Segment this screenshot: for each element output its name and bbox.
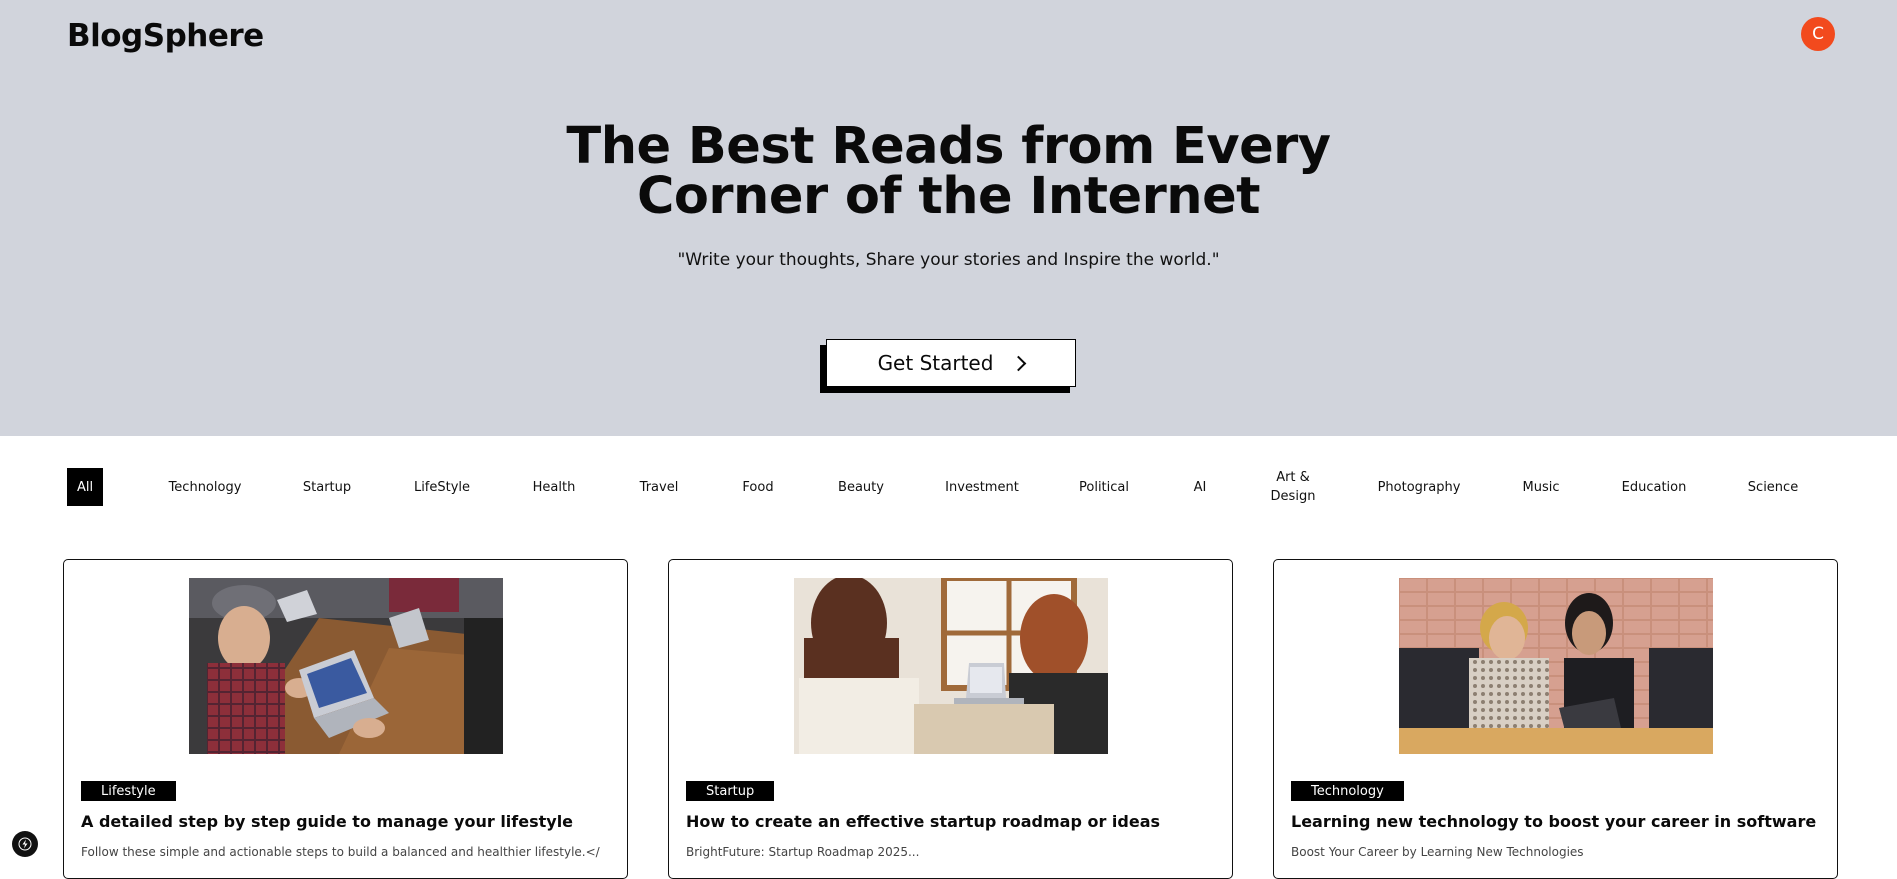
category-music[interactable]: Music [1517, 468, 1565, 506]
category-health[interactable]: Health [522, 468, 586, 506]
category-all[interactable]: All [67, 468, 103, 506]
category-art-design[interactable]: Art & Design [1265, 468, 1321, 506]
hero-subtitle: "Write your thoughts, Share your stories… [677, 250, 1220, 270]
get-started-button[interactable]: Get Started [826, 339, 1076, 387]
post-card[interactable]: Technology Learning new technology to bo… [1273, 559, 1838, 879]
post-card[interactable]: Startup How to create an effective start… [668, 559, 1233, 879]
category-photography[interactable]: Photography [1372, 468, 1466, 506]
chevron-right-icon [1011, 355, 1027, 371]
post-thumbnail[interactable] [189, 578, 503, 754]
post-title[interactable]: Learning new technology to boost your ca… [1291, 812, 1826, 831]
category-beauty[interactable]: Beauty [830, 468, 892, 506]
category-lifestyle[interactable]: LifeStyle [402, 468, 482, 506]
post-category-badge[interactable]: Technology [1291, 781, 1404, 801]
hero-title-line-1: The Best Reads from Every [566, 117, 1331, 176]
user-avatar[interactable]: C [1801, 17, 1835, 51]
site-logo[interactable]: BlogSphere [67, 18, 264, 54]
hero-title: The Best Reads from Every Corner of the … [0, 117, 1897, 226]
category-travel[interactable]: Travel [629, 468, 689, 506]
post-thumbnail[interactable] [794, 578, 1108, 754]
category-education[interactable]: Education [1618, 468, 1690, 506]
category-ai[interactable]: AI [1186, 468, 1214, 506]
hero-section: BlogSphere C The Best Reads from Every C… [0, 0, 1897, 436]
post-title[interactable]: How to create an effective startup roadm… [686, 812, 1221, 831]
category-science[interactable]: Science [1742, 468, 1804, 506]
post-excerpt: Follow these simple and actionable steps… [81, 845, 600, 859]
post-category-badge[interactable]: Startup [686, 781, 775, 801]
category-food[interactable]: Food [731, 468, 785, 506]
category-investment[interactable]: Investment [941, 468, 1023, 506]
post-excerpt: Boost Your Career by Learning New Techno… [1291, 845, 1584, 859]
dev-tools-button[interactable] [12, 831, 38, 857]
category-startup[interactable]: Startup [290, 468, 364, 506]
category-technology[interactable]: Technology [160, 468, 250, 506]
get-started-label: Get Started [877, 351, 994, 375]
post-card[interactable]: Lifestyle A detailed step by step guide … [63, 559, 628, 879]
lightning-icon [18, 837, 32, 851]
post-excerpt: BrightFuture: Startup Roadmap 2025... [686, 845, 920, 859]
category-filter-bar: All Technology Startup LifeStyle Health … [0, 468, 1897, 512]
post-thumbnail[interactable] [1399, 578, 1713, 754]
hero-title-line-2: Corner of the Internet [636, 167, 1261, 226]
post-category-badge[interactable]: Lifestyle [81, 781, 176, 801]
post-title[interactable]: A detailed step by step guide to manage … [81, 812, 616, 831]
category-political[interactable]: Political [1075, 468, 1133, 506]
